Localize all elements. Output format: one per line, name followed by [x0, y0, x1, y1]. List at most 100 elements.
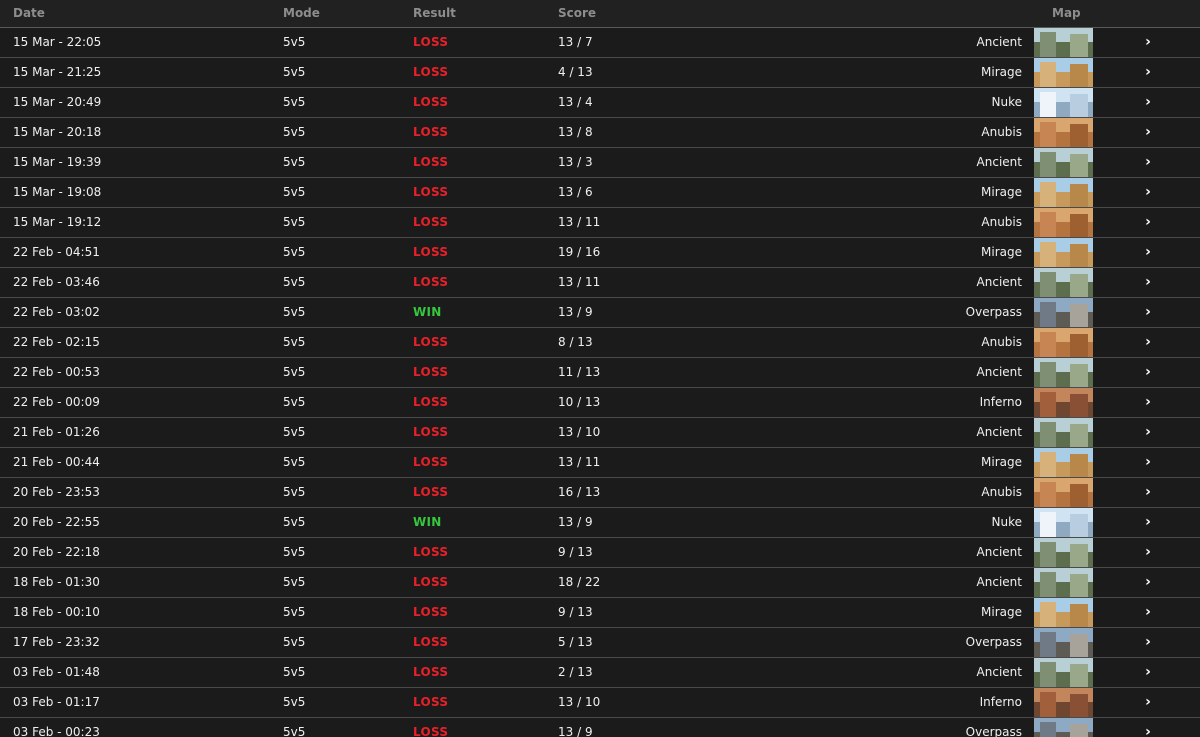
chevron-right-icon[interactable]: › [1141, 718, 1155, 737]
table-row[interactable]: 22 Feb - 02:15 5v5 LOSS 8 / 13 Anubis › [0, 328, 1200, 358]
match-list: 15 Mar - 22:05 5v5 LOSS 13 / 7 Ancient › 15 Ma… [0, 28, 1200, 737]
table-row[interactable]: 20 Feb - 22:55 5v5 WIN 13 / 9 Nuke › [0, 508, 1200, 538]
match-score: 2 / 13 [558, 665, 593, 679]
table-row[interactable]: 15 Mar - 20:49 5v5 LOSS 13 / 4 Nuke › [0, 88, 1200, 118]
match-map-name: Ancient [976, 575, 1022, 589]
match-mode: 5v5 [283, 485, 306, 499]
map-thumbnail-wall2 [1070, 364, 1088, 387]
chevron-right-icon[interactable]: › [1141, 688, 1155, 717]
chevron-right-icon[interactable]: › [1141, 358, 1155, 387]
map-thumbnail [1034, 328, 1093, 357]
table-row[interactable]: 20 Feb - 22:18 5v5 LOSS 9 / 13 Ancient › [0, 538, 1200, 568]
match-score: 9 / 13 [558, 545, 593, 559]
table-row[interactable]: 15 Mar - 19:08 5v5 LOSS 13 / 6 Mirage › [0, 178, 1200, 208]
map-thumbnail-wall [1040, 722, 1056, 737]
chevron-right-icon[interactable]: › [1141, 58, 1155, 87]
map-thumbnail-wall2 [1070, 214, 1088, 237]
match-score: 5 / 13 [558, 635, 593, 649]
match-mode: 5v5 [283, 95, 306, 109]
chevron-right-icon[interactable]: › [1141, 118, 1155, 147]
table-row[interactable]: 17 Feb - 23:32 5v5 LOSS 5 / 13 Overpass › [0, 628, 1200, 658]
map-thumbnail [1034, 268, 1093, 297]
column-header-score[interactable]: Score [558, 0, 596, 27]
chevron-right-icon[interactable]: › [1141, 208, 1155, 237]
column-header-map[interactable]: Map [1052, 0, 1081, 27]
chevron-right-icon[interactable]: › [1141, 238, 1155, 267]
map-thumbnail-wall [1040, 122, 1056, 147]
match-mode: 5v5 [283, 365, 306, 379]
table-row[interactable]: 15 Mar - 21:25 5v5 LOSS 4 / 13 Mirage › [0, 58, 1200, 88]
table-row[interactable]: 22 Feb - 00:53 5v5 LOSS 11 / 13 Ancient › [0, 358, 1200, 388]
table-row[interactable]: 15 Mar - 19:12 5v5 LOSS 13 / 11 Anubis › [0, 208, 1200, 238]
match-date: 22 Feb - 03:46 [13, 275, 100, 289]
match-date: 03 Feb - 01:17 [13, 695, 100, 709]
column-header-result[interactable]: Result [413, 0, 456, 27]
chevron-right-icon[interactable]: › [1141, 388, 1155, 417]
chevron-right-icon[interactable]: › [1141, 448, 1155, 477]
chevron-right-icon[interactable]: › [1141, 568, 1155, 597]
table-row[interactable]: 22 Feb - 04:51 5v5 LOSS 19 / 16 Mirage › [0, 238, 1200, 268]
map-thumbnail [1034, 598, 1093, 627]
match-date: 17 Feb - 23:32 [13, 635, 100, 649]
match-mode: 5v5 [283, 725, 306, 737]
chevron-right-icon[interactable]: › [1141, 328, 1155, 357]
map-thumbnail-wall [1040, 212, 1056, 237]
match-score: 13 / 10 [558, 425, 601, 439]
table-row[interactable]: 18 Feb - 00:10 5v5 LOSS 9 / 13 Mirage › [0, 598, 1200, 628]
table-row[interactable]: 15 Mar - 20:18 5v5 LOSS 13 / 8 Anubis › [0, 118, 1200, 148]
chevron-right-icon[interactable]: › [1141, 478, 1155, 507]
chevron-right-icon[interactable]: › [1141, 298, 1155, 327]
map-thumbnail-wall2 [1070, 664, 1088, 687]
match-date: 22 Feb - 03:02 [13, 305, 100, 319]
table-row[interactable]: 21 Feb - 01:26 5v5 LOSS 13 / 10 Ancient › [0, 418, 1200, 448]
map-thumbnail-wall [1040, 692, 1056, 717]
chevron-right-icon[interactable]: › [1141, 598, 1155, 627]
table-row[interactable]: 20 Feb - 23:53 5v5 LOSS 16 / 13 Anubis › [0, 478, 1200, 508]
table-row[interactable]: 03 Feb - 01:17 5v5 LOSS 13 / 10 Inferno › [0, 688, 1200, 718]
column-header-date[interactable]: Date [13, 0, 45, 27]
map-thumbnail-wall [1040, 542, 1056, 567]
table-row[interactable]: 21 Feb - 00:44 5v5 LOSS 13 / 11 Mirage › [0, 448, 1200, 478]
match-mode: 5v5 [283, 185, 306, 199]
chevron-right-icon[interactable]: › [1141, 658, 1155, 687]
match-mode: 5v5 [283, 125, 306, 139]
match-date: 18 Feb - 01:30 [13, 575, 100, 589]
table-row[interactable]: 03 Feb - 01:48 5v5 LOSS 2 / 13 Ancient › [0, 658, 1200, 688]
table-row[interactable]: 15 Mar - 22:05 5v5 LOSS 13 / 7 Ancient › [0, 28, 1200, 58]
chevron-right-icon[interactable]: › [1141, 508, 1155, 537]
map-thumbnail [1034, 628, 1093, 657]
match-mode: 5v5 [283, 35, 306, 49]
chevron-right-icon[interactable]: › [1141, 178, 1155, 207]
match-result: LOSS [413, 35, 449, 49]
table-row[interactable]: 22 Feb - 03:02 5v5 WIN 13 / 9 Overpass › [0, 298, 1200, 328]
table-row[interactable]: 18 Feb - 01:30 5v5 LOSS 18 / 22 Ancient › [0, 568, 1200, 598]
map-thumbnail-wall2 [1070, 274, 1088, 297]
chevron-right-icon[interactable]: › [1141, 628, 1155, 657]
map-thumbnail [1034, 478, 1093, 507]
map-thumbnail-wall2 [1070, 634, 1088, 657]
match-mode: 5v5 [283, 575, 306, 589]
column-header-mode[interactable]: Mode [283, 0, 320, 27]
table-row[interactable]: 22 Feb - 00:09 5v5 LOSS 10 / 13 Inferno › [0, 388, 1200, 418]
match-score: 9 / 13 [558, 605, 593, 619]
chevron-right-icon[interactable]: › [1141, 28, 1155, 57]
chevron-right-icon[interactable]: › [1141, 148, 1155, 177]
match-date: 15 Mar - 19:08 [13, 185, 102, 199]
match-result: LOSS [413, 335, 449, 349]
chevron-right-icon[interactable]: › [1141, 88, 1155, 117]
match-result: LOSS [413, 95, 449, 109]
chevron-right-icon[interactable]: › [1141, 538, 1155, 567]
table-row[interactable]: 03 Feb - 00:23 5v5 LOSS 13 / 9 Overpass › [0, 718, 1200, 737]
chevron-right-icon[interactable]: › [1141, 418, 1155, 447]
match-mode: 5v5 [283, 65, 306, 79]
table-row[interactable]: 15 Mar - 19:39 5v5 LOSS 13 / 3 Ancient › [0, 148, 1200, 178]
match-mode: 5v5 [283, 695, 306, 709]
match-mode: 5v5 [283, 455, 306, 469]
chevron-right-icon[interactable]: › [1141, 268, 1155, 297]
table-row[interactable]: 22 Feb - 03:46 5v5 LOSS 13 / 11 Ancient › [0, 268, 1200, 298]
match-date: 15 Mar - 19:12 [13, 215, 102, 229]
map-thumbnail-wall2 [1070, 304, 1088, 327]
match-result: LOSS [413, 605, 449, 619]
match-map-name: Ancient [976, 155, 1022, 169]
map-thumbnail [1034, 298, 1093, 327]
